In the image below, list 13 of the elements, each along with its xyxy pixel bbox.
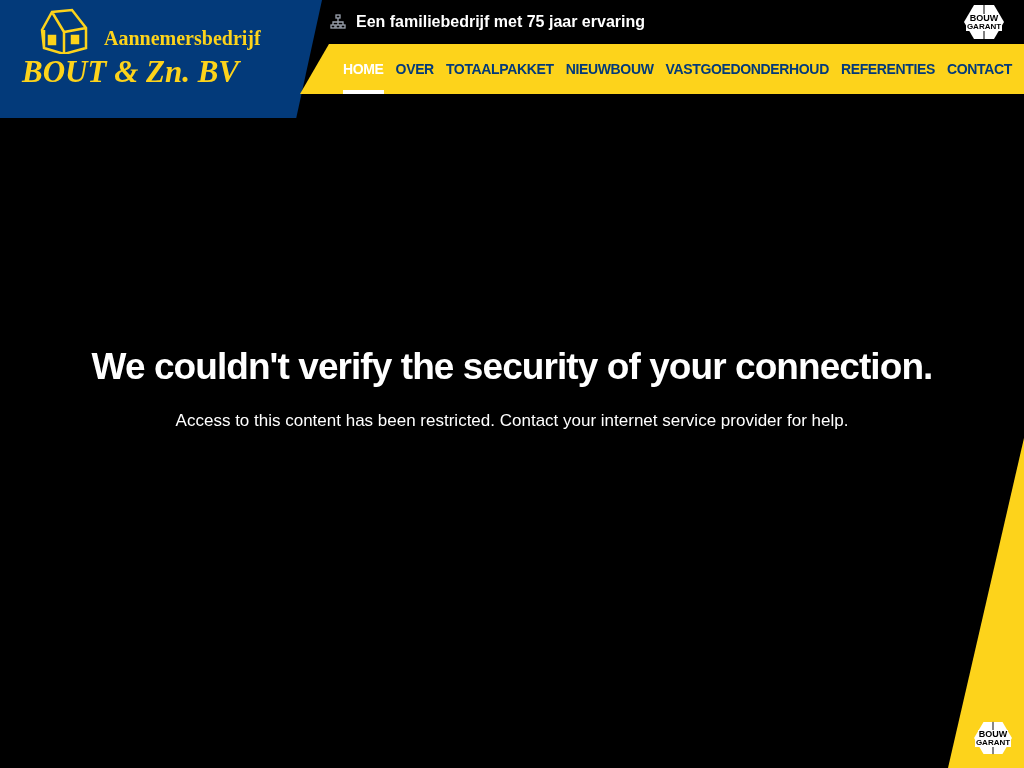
nav-link[interactable]: NIEUWBOUW [565, 44, 654, 94]
logo-subtitle: Aannemersbedrijf [104, 28, 261, 48]
house-icon [40, 8, 90, 54]
error-heading: We couldn't verify the security of your connection. [91, 345, 933, 389]
nav-link[interactable]: VASTGOEDONDERHOUD [665, 44, 829, 94]
nav-link[interactable]: TOTAALPAKKET [445, 44, 554, 94]
nav-link[interactable]: CONTACT [947, 44, 1012, 94]
nav-link[interactable]: REFERENTIES [840, 44, 936, 94]
error-message: Access to this content has been restricted. Contact your internet service provider for help. [175, 410, 849, 433]
sitemap-icon [330, 14, 346, 30]
logo-title: BOUT & Zn. BV [22, 56, 242, 87]
tagline: Een familiebedrijf met 75 jaar ervaring [356, 12, 645, 32]
nav-link[interactable]: OVER [395, 44, 434, 94]
